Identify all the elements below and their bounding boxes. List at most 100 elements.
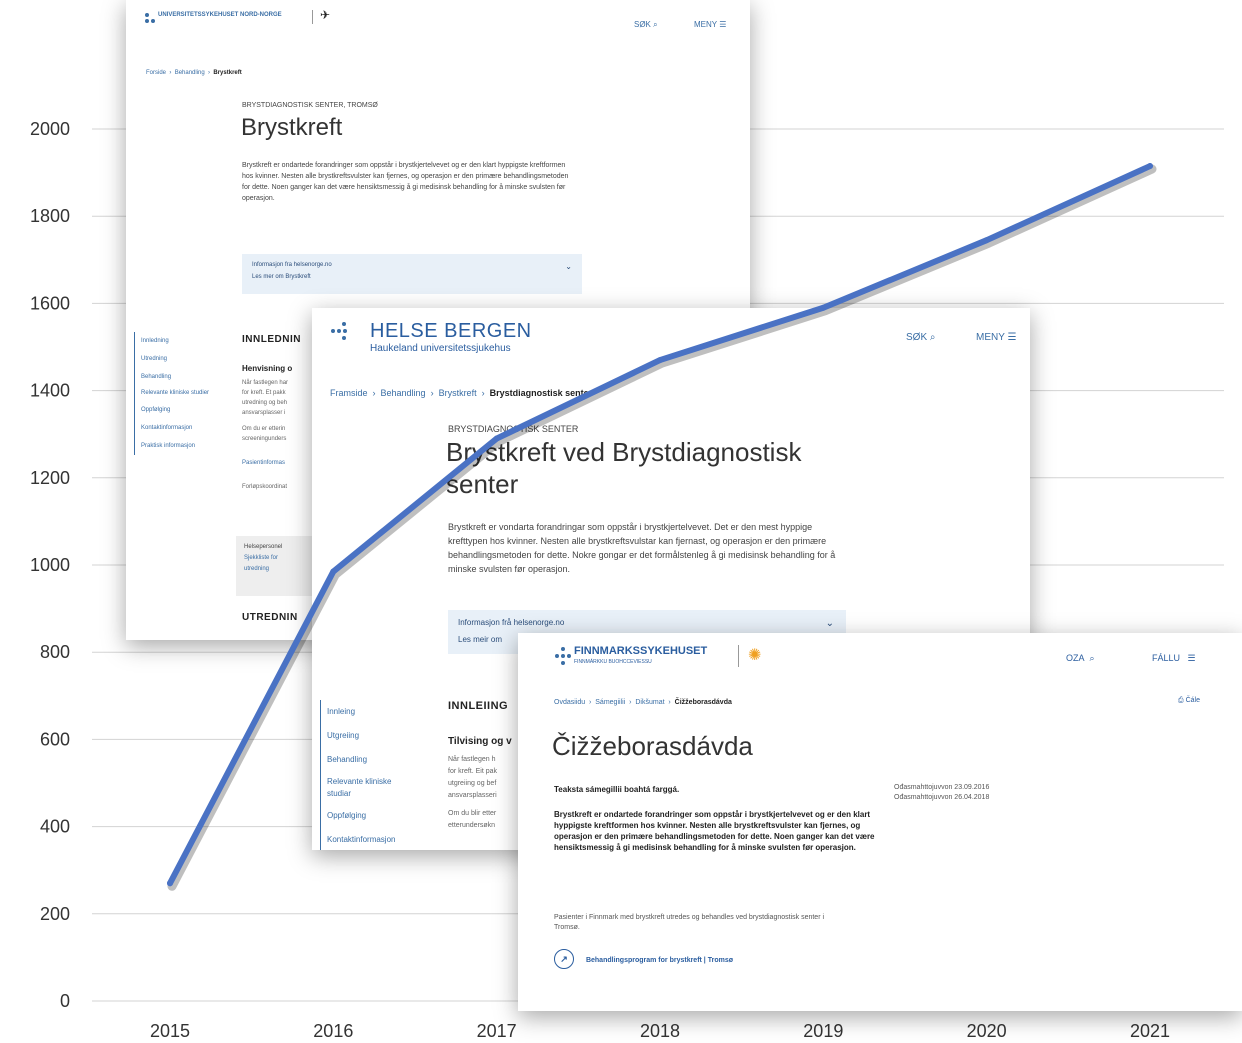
y-tick-label: 600 [40,729,70,749]
unn-nav-item[interactable]: Behandling [141,368,225,386]
finnmark-program-link[interactable]: ↗ Behandlingsprogram for brystkreft | Tr… [554,949,733,969]
finnmark-updated-dates: Ođasmahttojuvvon 23.09.2016 Ođasmahttoju… [894,783,989,803]
arrow-link-icon: ↗ [554,949,574,969]
x-tick-label: 2016 [313,1021,353,1041]
y-tick-labels: 0 200 400 600 800 1000 1200 1400 1600 1800 2000 [30,119,70,1011]
screenshot-finnmark: FINNMARKSSYKEHUSET FINNMÁRKKU BUOHCCEVIE… [518,633,1242,1011]
search-icon: ⌕ [929,332,936,343]
unn-nav-item[interactable]: Utredning [141,350,225,368]
unn-body-line: Forløpskoordinat [242,484,288,490]
y-tick-label: 1600 [30,293,70,313]
bergen-crumb-1[interactable]: Framside [330,388,368,398]
y-tick-label: 0 [60,991,70,1011]
bird-logo-icon: ✈ [320,8,331,22]
unn-search-button[interactable]: SØK ⌕ [634,20,658,30]
x-tick-label: 2021 [1130,1021,1170,1041]
bergen-nav-item[interactable]: Utgreiing [327,724,407,748]
y-tick-label: 2000 [30,119,70,139]
finnmark-search-label: OZA [1066,653,1085,663]
bergen-nav-item[interactable]: Behandling [327,748,407,772]
unn-body-lines: Når fastlegen har for kreft. Et pakk utr… [242,378,288,492]
unn-subheading: Henvisning o [242,364,293,373]
helse-bergen-logo-icon [330,320,348,341]
bergen-nav-item[interactable]: Oppfølging [327,804,407,828]
finnmark-lead: Teaksta sámegillii boahtá farggá. [554,785,680,794]
unn-section-heading-2: UTREDNIN [242,612,298,623]
printer-icon: ⎙ [1178,697,1184,704]
bergen-search-button[interactable]: SØK ⌕ [906,332,936,343]
y-tick-label: 1200 [30,468,70,488]
helse-bergen-logo-title: HELSE BERGEN [370,320,532,343]
finnmark-note: Pasienter i Finnmark med brystkreft utre… [554,914,825,931]
unn-info-box-link[interactable]: Les mer om Brystkreft [252,274,572,280]
unn-patient-info-link[interactable]: Pasientinformas [242,458,288,468]
bergen-menu-button[interactable]: MENY ☰ [976,332,1016,343]
unn-menu-button[interactable]: MENY ☰ [694,20,726,29]
y-tick-label: 400 [40,817,70,837]
x-tick-label: 2020 [967,1021,1007,1041]
finnmark-date-line: Ođasmahttojuvvon 26.04.2018 [894,794,990,801]
finnmark-print-label: Čále [1185,697,1200,704]
unn-body-line: for kreft. Et pakk [242,390,286,396]
unn-crumb-1[interactable]: Forside [146,70,166,76]
hamburger-icon: ☰ [1007,332,1017,343]
unn-intro-text: Brystkreft er ondartede forandringer som… [242,162,569,202]
finnmark-search-button[interactable]: OZA ⌕ [1066,653,1095,664]
bergen-crumb-4: Brystdiagnostisk senter [489,388,593,398]
unn-nav-item[interactable]: Kontaktinformasjon [141,419,225,437]
unn-nav-item[interactable]: Oppfølging [141,401,225,419]
unn-grey-link[interactable]: Sjekkliste for [244,553,308,564]
unn-nav-item[interactable]: Innledning [141,332,225,350]
sun-logo-icon: ✺ [748,647,762,664]
finnmark-program-link-label: Behandlingsprogram for brystkreft | Trom… [585,957,733,964]
hamburger-icon: ☰ [1187,653,1196,663]
unn-info-box[interactable]: Informasjon fra helsenorge.no Les mer om… [242,254,582,294]
search-icon: ⌕ [653,20,658,29]
unn-crumb-2[interactable]: Behandling [175,70,205,76]
bergen-body-line: Når fastlegen h [448,756,496,763]
finnmark-menu-button[interactable]: FÁLLU ☰ [1152,653,1196,664]
unn-grey-link[interactable]: utredning [244,564,308,575]
finnmark-logo-divider [738,645,739,667]
finnmark-crumb-2[interactable]: Sámegiilii [595,699,625,706]
unn-body-line: Om du er etterin [242,426,286,432]
bergen-body-lines: Når fastlegen h for kreft. Eit pak utgre… [448,754,497,832]
unn-nav-item[interactable]: Praktisk informasjon [141,437,225,455]
unn-logo-mark-icon [144,12,156,24]
finnmark-print-button[interactable]: ⎙ Čále [1178,697,1200,705]
finnmark-breadcrumb: Ovdasiidu › Sámegiilii › Dikšumat › Čižž… [554,699,732,706]
bergen-nav-item[interactable]: Innleing [327,700,407,724]
x-tick-labels: 2015 2016 2017 2018 2019 2020 2021 [150,1021,1170,1041]
bergen-body-line: utgreiing og bef [448,780,497,787]
bergen-crumb-2[interactable]: Behandling [381,388,426,398]
helse-bergen-title: HELSE BERGEN [370,320,532,342]
unn-info-box-title: Informasjon fra helsenorge.no [252,262,332,268]
unn-nav-item[interactable]: Relevante kliniske studier [141,386,225,401]
finnmark-menu-label: FÁLLU [1152,653,1181,663]
hamburger-icon: ☰ [719,20,727,29]
y-tick-label: 1800 [30,206,70,226]
bergen-intro-text: Brystkreft er vondarta forandringar som … [448,522,836,574]
x-tick-label: 2019 [803,1021,843,1041]
finnmark-crumb-1[interactable]: Ovdasiidu [554,699,585,706]
chevron-down-icon: ⌄ [565,262,572,271]
unn-page-title: Brystkreft [241,114,343,141]
y-tick-label: 1400 [30,381,70,401]
bergen-info-box-title: Informasjon frå helsenorge.no [458,618,565,627]
finnmark-crumb-3[interactable]: Dikšumat [635,699,664,706]
finnmark-logo-mark-icon [554,645,572,666]
unn-body-line: ansvarsplasser i [242,410,286,416]
y-tick-label: 800 [40,642,70,662]
unn-grey-box: Helsepersonel Sjekkliste for utredning [236,536,316,596]
bergen-body-line: Om du blir etter [448,810,497,817]
unn-section-heading: INNLEDNIN [242,334,301,345]
bergen-nav-item[interactable]: Relevante kliniske studiar [327,772,407,804]
bergen-nav-item[interactable]: Kontaktinformasjon [327,828,407,850]
bergen-crumb-3[interactable]: Brystkreft [439,388,477,398]
finnmark-date-line: Ođasmahttojuvvon 23.09.2016 [894,784,990,791]
bergen-kicker: BRYSTDIAGNOSTISK SENTER [448,424,579,434]
unn-crumb-3: Brystkreft [213,70,242,76]
x-tick-label: 2018 [640,1021,680,1041]
search-icon: ⌕ [1089,653,1095,663]
unn-logo-divider [312,10,313,24]
